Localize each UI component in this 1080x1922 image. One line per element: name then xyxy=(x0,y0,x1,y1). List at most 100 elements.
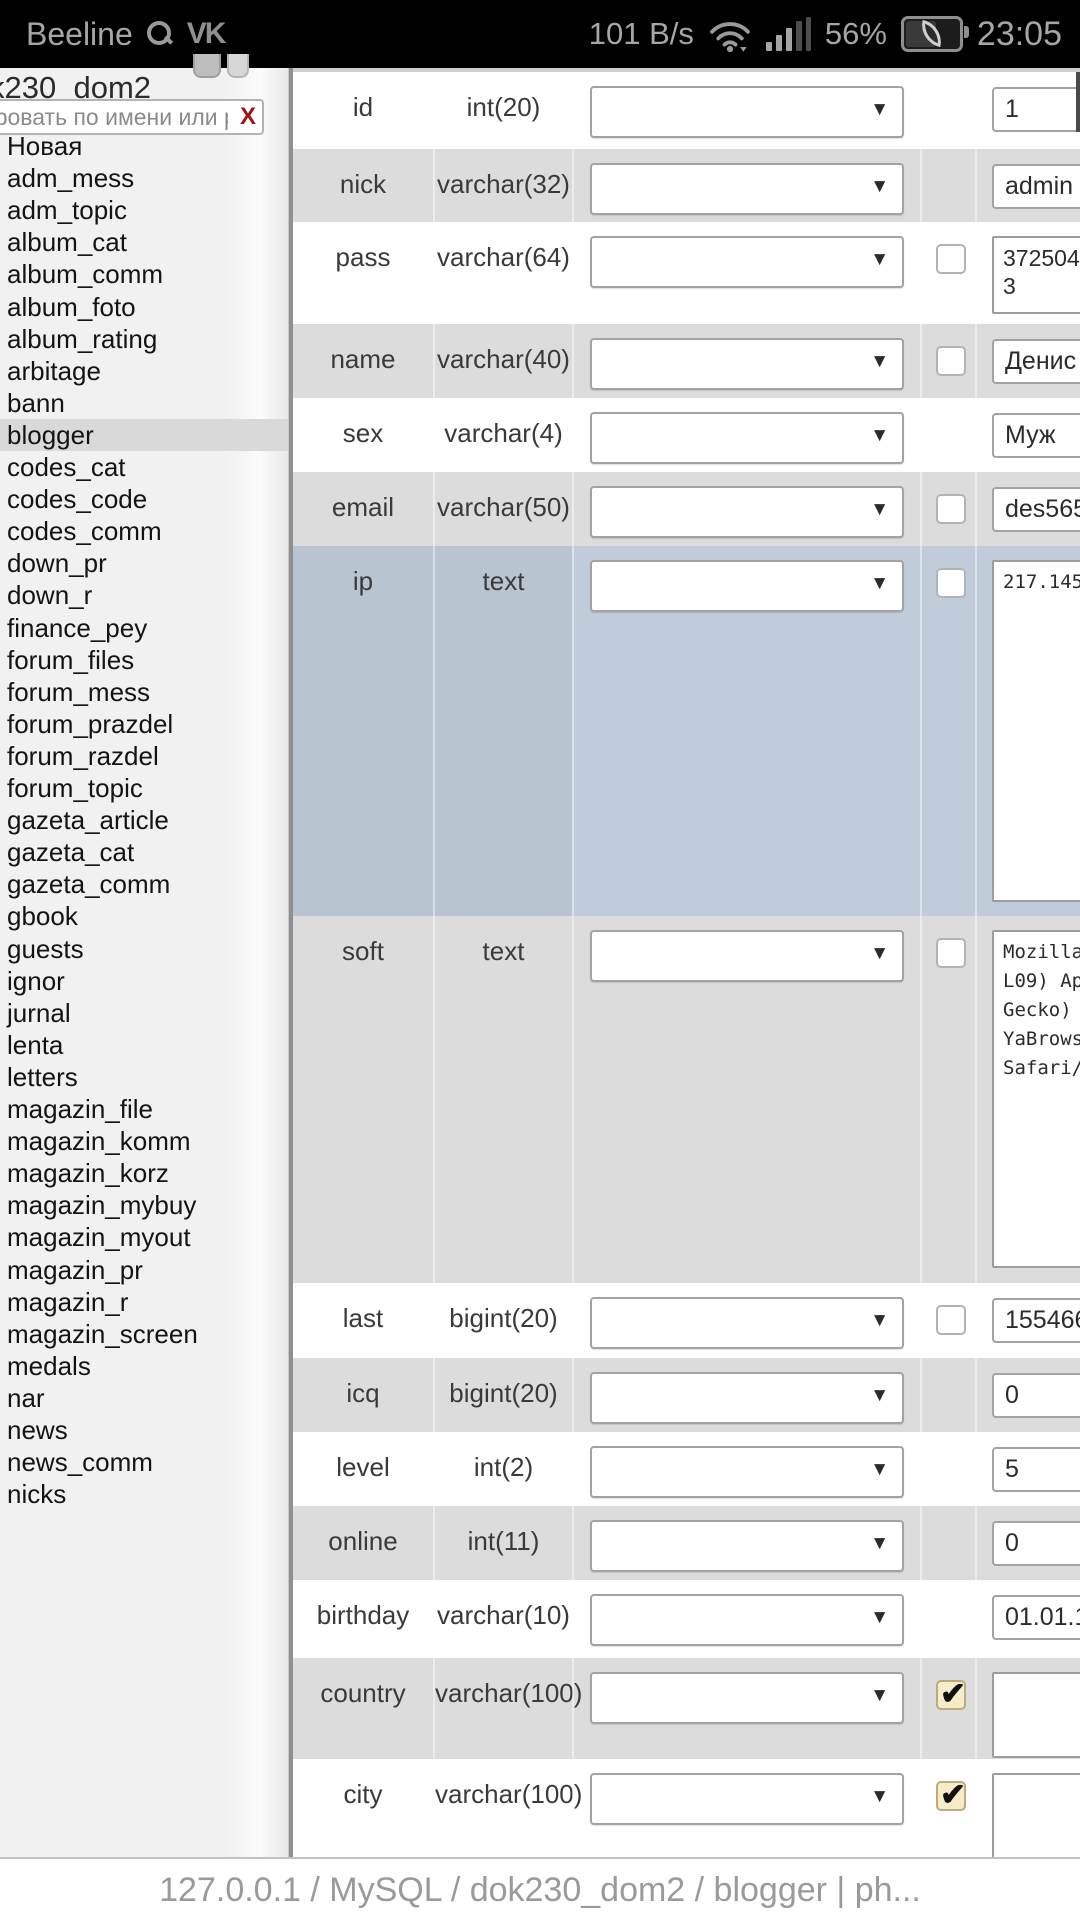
sidebar-item-codes_code[interactable]: codes_code xyxy=(0,483,288,515)
chevron-down-icon: ▼ xyxy=(870,249,889,271)
sidebar-item-guests[interactable]: guests xyxy=(0,933,288,965)
sidebar-item-adm_topic[interactable]: adm_topic xyxy=(0,194,288,226)
field-name: pass xyxy=(336,242,391,273)
function-select[interactable]: ▼ xyxy=(590,1594,904,1646)
browser-title-bar[interactable]: 127.0.0.1 / MySQL / dok230_dom2 / blogge… xyxy=(0,1857,1080,1922)
value-textarea-ip[interactable]: 217.145. xyxy=(992,560,1080,902)
table-row: online int(11) ▼ xyxy=(293,1506,1080,1580)
sidebar-item-down_pr[interactable]: down_pr xyxy=(0,547,288,579)
battery-saver-icon xyxy=(901,16,963,52)
function-select[interactable]: ▼ xyxy=(590,1672,904,1724)
null-checkbox[interactable] xyxy=(936,568,966,598)
sidebar-item-gbook[interactable]: gbook xyxy=(0,900,288,932)
function-select[interactable]: ▼ xyxy=(590,338,904,390)
sidebar-item-nicks[interactable]: nicks xyxy=(0,1478,288,1510)
sidebar-item-news[interactable]: news xyxy=(0,1414,288,1446)
sidebar-item-jurnal[interactable]: jurnal xyxy=(0,997,288,1029)
sidebar-item-ignor[interactable]: ignor xyxy=(0,965,288,997)
sidebar-item-bann[interactable]: bann xyxy=(0,387,288,419)
value-input-name[interactable] xyxy=(992,339,1080,384)
sidebar-item-nar[interactable]: nar xyxy=(0,1382,288,1414)
function-select[interactable]: ▼ xyxy=(590,486,904,538)
field-name: ip xyxy=(353,566,373,597)
function-select[interactable]: ▼ xyxy=(590,1520,904,1572)
sidebar-item-forum_files[interactable]: forum_files xyxy=(0,644,288,676)
value-textarea-soft[interactable]: Mozilla/ L09) App Gecko) C YaBrowse Safa… xyxy=(992,930,1080,1268)
sidebar-item-magazin_korz[interactable]: magazin_korz xyxy=(0,1157,288,1189)
sidebar-item-gazeta_article[interactable]: gazeta_article xyxy=(0,804,288,836)
null-checkbox[interactable] xyxy=(936,938,966,968)
value-input-level[interactable] xyxy=(992,1447,1080,1492)
sidebar-item-forum_mess[interactable]: forum_mess xyxy=(0,676,288,708)
null-checkbox[interactable] xyxy=(936,494,966,524)
sidebar-item-album_cat[interactable]: album_cat xyxy=(0,226,288,258)
sidebar-item-magazin_mybuy[interactable]: magazin_mybuy xyxy=(0,1189,288,1221)
null-checkbox[interactable] xyxy=(936,1680,966,1710)
function-select[interactable]: ▼ xyxy=(590,930,904,982)
chevron-down-icon: ▼ xyxy=(870,499,889,521)
function-select[interactable]: ▼ xyxy=(590,560,904,612)
sidebar-item-magazin_r[interactable]: magazin_r xyxy=(0,1286,288,1318)
sidebar-item-gazeta_comm[interactable]: gazeta_comm xyxy=(0,868,288,900)
function-select[interactable]: ▼ xyxy=(590,1297,904,1349)
wifi-icon xyxy=(708,18,752,54)
value-textarea-pass[interactable]: 37250459 3 xyxy=(992,236,1080,314)
function-select[interactable]: ▼ xyxy=(590,1372,904,1424)
null-checkbox[interactable] xyxy=(936,346,966,376)
sidebar-item-magazin_komm[interactable]: magazin_komm xyxy=(0,1125,288,1157)
chevron-down-icon: ▼ xyxy=(870,573,889,595)
null-checkbox[interactable] xyxy=(936,1305,966,1335)
status-bar-right: 101 B/s 56% 23:05 xyxy=(589,15,1062,54)
value-textarea-city[interactable] xyxy=(992,1773,1080,1857)
function-select[interactable]: ▼ xyxy=(590,1773,904,1825)
field-type: varchar(32) xyxy=(437,169,570,200)
value-input-sex[interactable] xyxy=(992,413,1080,458)
sidebar-item-news_comm[interactable]: news_comm xyxy=(0,1446,288,1478)
clear-filter-icon[interactable]: X xyxy=(240,103,256,131)
sidebar-scroll-tab-secondary[interactable] xyxy=(227,54,249,78)
field-name: email xyxy=(332,492,394,523)
value-input-id[interactable] xyxy=(992,87,1080,132)
value-input-last[interactable] xyxy=(992,1298,1080,1343)
sidebar-item-magazin_pr[interactable]: magazin_pr xyxy=(0,1254,288,1286)
sidebar-item-forum_prazdel[interactable]: forum_prazdel xyxy=(0,708,288,740)
sidebar-item-album_rating[interactable]: album_rating xyxy=(0,323,288,355)
sidebar-item-forum_topic[interactable]: forum_topic xyxy=(0,772,288,804)
null-checkbox[interactable] xyxy=(936,244,966,274)
sidebar-item-lenta[interactable]: lenta xyxy=(0,1029,288,1061)
null-checkbox[interactable] xyxy=(936,1781,966,1811)
function-select[interactable]: ▼ xyxy=(590,163,904,215)
field-name: sex xyxy=(343,418,383,449)
sidebar-item-forum_razdel[interactable]: forum_razdel xyxy=(0,740,288,772)
value-input-email[interactable] xyxy=(992,487,1080,532)
value-textarea-country[interactable] xyxy=(992,1672,1080,1758)
sidebar-item-letters[interactable]: letters xyxy=(0,1061,288,1093)
scrollbar-thumb[interactable] xyxy=(1076,72,1080,132)
field-name: id xyxy=(353,92,373,123)
table-row: country varchar(100) ▼ xyxy=(293,1658,1080,1759)
value-input-icq[interactable] xyxy=(992,1373,1080,1418)
sidebar-item-adm_mess[interactable]: adm_mess xyxy=(0,162,288,194)
sidebar-scroll-tab[interactable] xyxy=(193,54,221,78)
sidebar-item-medals[interactable]: medals xyxy=(0,1350,288,1382)
function-select[interactable]: ▼ xyxy=(590,412,904,464)
sidebar-item-finance_pey[interactable]: finance_pey xyxy=(0,612,288,644)
sidebar-item-Новая[interactable]: Новая xyxy=(0,130,288,162)
function-select[interactable]: ▼ xyxy=(590,1446,904,1498)
value-input-birthday[interactable] xyxy=(992,1595,1080,1640)
value-input-online[interactable] xyxy=(992,1521,1080,1566)
sidebar-item-magazin_myout[interactable]: magazin_myout xyxy=(0,1221,288,1253)
sidebar-item-codes_comm[interactable]: codes_comm xyxy=(0,515,288,547)
sidebar-item-down_r[interactable]: down_r xyxy=(0,579,288,611)
sidebar-item-blogger[interactable]: blogger xyxy=(0,419,288,451)
sidebar-item-codes_cat[interactable]: codes_cat xyxy=(0,451,288,483)
sidebar-item-album_comm[interactable]: album_comm xyxy=(0,258,288,290)
sidebar-item-gazeta_cat[interactable]: gazeta_cat xyxy=(0,836,288,868)
sidebar-item-magazin_screen[interactable]: magazin_screen xyxy=(0,1318,288,1350)
sidebar-item-magazin_file[interactable]: magazin_file xyxy=(0,1093,288,1125)
function-select[interactable]: ▼ xyxy=(590,236,904,288)
sidebar-item-arbitage[interactable]: arbitage xyxy=(0,355,288,387)
sidebar-item-album_foto[interactable]: album_foto xyxy=(0,291,288,323)
value-input-nick[interactable] xyxy=(992,164,1080,209)
function-select[interactable]: ▼ xyxy=(590,86,904,138)
